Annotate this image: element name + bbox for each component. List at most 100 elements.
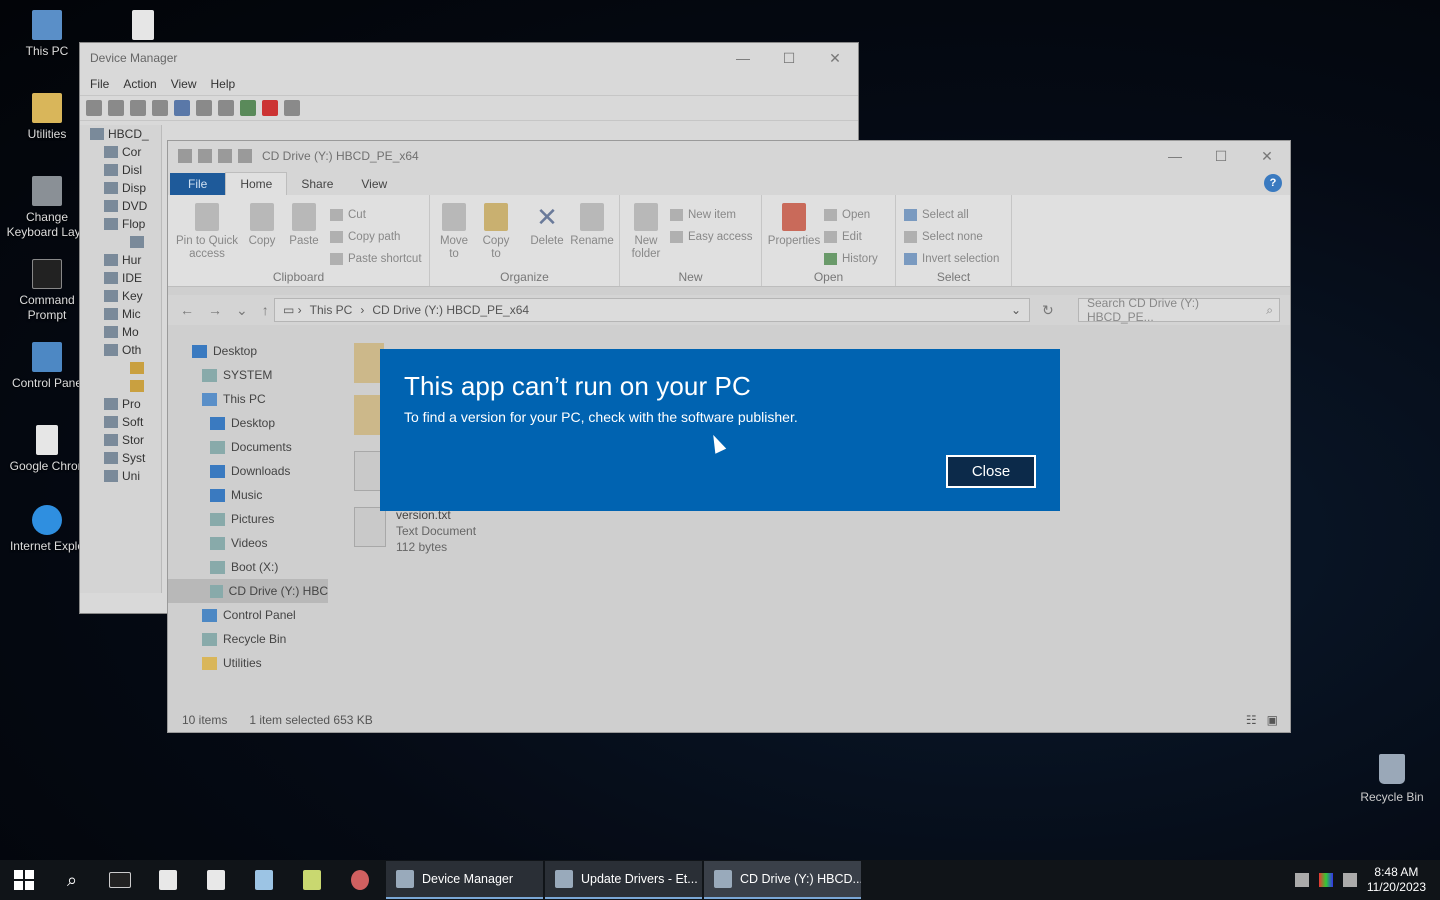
tree-item[interactable]: Mo (80, 323, 161, 341)
tree-item[interactable]: HBCD_ (80, 125, 161, 143)
nav-item-downloads[interactable]: Downloads (168, 459, 328, 483)
tab-share[interactable]: Share (287, 173, 347, 195)
tree-item[interactable]: Cor (80, 143, 161, 161)
menu-action[interactable]: Action (123, 77, 156, 91)
delete-button[interactable]: ✕ Delete (526, 203, 568, 248)
cut-button[interactable]: Cut (330, 209, 366, 221)
tree-item[interactable]: Mic (80, 305, 161, 323)
close-icon[interactable]: ✕ (812, 50, 858, 67)
new-folder-button[interactable]: New folder (626, 203, 666, 261)
paste-button[interactable]: Paste (284, 203, 324, 248)
select-none-button[interactable]: Select none (904, 231, 983, 243)
forward-icon[interactable] (108, 100, 124, 116)
taskbar-app-device-manager[interactable]: Device Manager (386, 861, 543, 899)
file-item-version[interactable]: version.txt Text Document 112 bytes (354, 507, 476, 555)
nav-item-boot[interactable]: Boot (X:) (168, 555, 328, 579)
quick-access-redo-icon[interactable] (238, 149, 252, 163)
tab-view[interactable]: View (347, 173, 401, 195)
tree-item[interactable]: Disp (80, 179, 161, 197)
taskbar-pinned-cmd[interactable] (96, 860, 144, 900)
nav-item-videos[interactable]: Videos (168, 531, 328, 555)
taskbar-app-update-drivers[interactable]: Update Drivers - Et... (545, 861, 702, 899)
open-button[interactable]: Open (824, 209, 870, 221)
recent-dropdown-icon[interactable]: ⌄ (236, 302, 248, 319)
quick-access-undo-icon[interactable] (218, 149, 232, 163)
quick-access-check-icon[interactable] (198, 149, 212, 163)
tree-item[interactable]: Syst (80, 449, 161, 467)
large-icons-view-icon[interactable]: ▣ (1267, 713, 1278, 727)
pin-to-quick-access-button[interactable]: Pin to Quick access (174, 203, 240, 261)
search-input[interactable]: Search CD Drive (Y:) HBCD_PE... ⌕ (1078, 296, 1280, 324)
desktop-icon-file[interactable] (98, 10, 188, 44)
tree-item[interactable]: Soft (80, 413, 161, 431)
tree-item[interactable]: Oth (80, 341, 161, 359)
taskbar-pinned-app[interactable] (240, 860, 288, 900)
nav-item-music[interactable]: Music (168, 483, 328, 507)
taskbar-pinned-file-2[interactable] (192, 860, 240, 900)
nav-item-pictures[interactable]: Pictures (168, 507, 328, 531)
back-icon[interactable] (86, 100, 102, 116)
invert-selection-button[interactable]: Invert selection (904, 253, 999, 265)
back-arrow-icon[interactable]: ← (180, 302, 194, 319)
nav-item-utilities[interactable]: Utilities (168, 651, 328, 675)
volume-muted-icon[interactable] (1342, 873, 1357, 887)
nav-item-cd-drive[interactable]: CD Drive (Y:) HBC (168, 579, 328, 603)
tree-item[interactable] (80, 359, 161, 377)
nav-item-control-panel[interactable]: Control Panel (168, 603, 328, 627)
nav-item-recycle-bin[interactable]: Recycle Bin (168, 627, 328, 651)
menu-file[interactable]: File (90, 77, 109, 91)
close-icon[interactable]: ✕ (1244, 148, 1290, 165)
tree-item[interactable] (80, 233, 161, 251)
tree-item[interactable]: Key (80, 287, 161, 305)
update-driver-icon[interactable] (240, 100, 256, 116)
maximize-icon[interactable]: ☐ (1198, 148, 1244, 165)
properties-icon[interactable] (130, 100, 146, 116)
address-dropdown-icon[interactable]: ⌄ (1011, 303, 1021, 317)
copy-button[interactable]: Copy (242, 203, 282, 248)
easy-access-button[interactable]: Easy access (670, 231, 753, 243)
tree-item[interactable]: IDE (80, 269, 161, 287)
tab-file[interactable]: File (170, 173, 226, 195)
uninstall-icon[interactable] (262, 100, 278, 116)
desktop-icon-recycle-bin[interactable]: Recycle Bin (1356, 754, 1428, 804)
taskbar-pinned-tool[interactable] (336, 860, 384, 900)
nav-item-desktop[interactable]: Desktop (168, 339, 328, 363)
taskbar-app-cd-drive[interactable]: CD Drive (Y:) HBCD... (704, 861, 861, 899)
maximize-icon[interactable]: ☐ (766, 50, 812, 67)
menu-view[interactable]: View (171, 77, 197, 91)
tab-home[interactable]: Home (225, 172, 288, 195)
tree-item[interactable]: Pro (80, 395, 161, 413)
nav-item-desktop-sub[interactable]: Desktop (168, 411, 328, 435)
tree-item[interactable]: Hur (80, 251, 161, 269)
help-icon[interactable] (174, 100, 190, 116)
history-button[interactable]: History (824, 253, 878, 265)
copy-to-button[interactable]: Copy to (478, 203, 514, 261)
download-icon[interactable] (284, 100, 300, 116)
nav-item-this-pc[interactable]: This PC (168, 387, 328, 411)
refresh-icon[interactable]: ↻ (1042, 302, 1054, 319)
address-bar[interactable]: ▭ › This PC › CD Drive (Y:) HBCD_PE_x64 … (274, 298, 1030, 322)
search-button[interactable]: ⌕ (48, 860, 96, 900)
paste-shortcut-button[interactable]: Paste shortcut (330, 253, 422, 265)
help-icon[interactable]: ? (1264, 174, 1282, 192)
rename-button[interactable]: Rename (570, 203, 614, 248)
breadcrumb-current[interactable]: CD Drive (Y:) HBCD_PE_x64 (372, 303, 529, 317)
tree-item[interactable]: Uni (80, 467, 161, 485)
quick-access-properties-icon[interactable] (178, 149, 192, 163)
move-to-button[interactable]: Move to (436, 203, 472, 261)
taskbar-pinned-notepad[interactable] (288, 860, 336, 900)
color-icon[interactable] (1318, 873, 1333, 887)
clock[interactable]: 8:48 AM 11/20/2023 (1367, 865, 1426, 895)
tree-item[interactable]: DVD (80, 197, 161, 215)
view-icon[interactable] (196, 100, 212, 116)
details-view-icon[interactable]: ☷ (1246, 713, 1257, 727)
tree-item[interactable]: Flop (80, 215, 161, 233)
network-icon[interactable] (1294, 873, 1309, 887)
nav-item-system[interactable]: SYSTEM (168, 363, 328, 387)
tree-item[interactable]: Stor (80, 431, 161, 449)
nav-item-documents[interactable]: Documents (168, 435, 328, 459)
edit-button[interactable]: Edit (824, 231, 862, 243)
properties-button[interactable]: Properties (766, 203, 822, 248)
forward-arrow-icon[interactable]: → (208, 302, 222, 319)
copy-path-button[interactable]: Copy path (330, 231, 400, 243)
